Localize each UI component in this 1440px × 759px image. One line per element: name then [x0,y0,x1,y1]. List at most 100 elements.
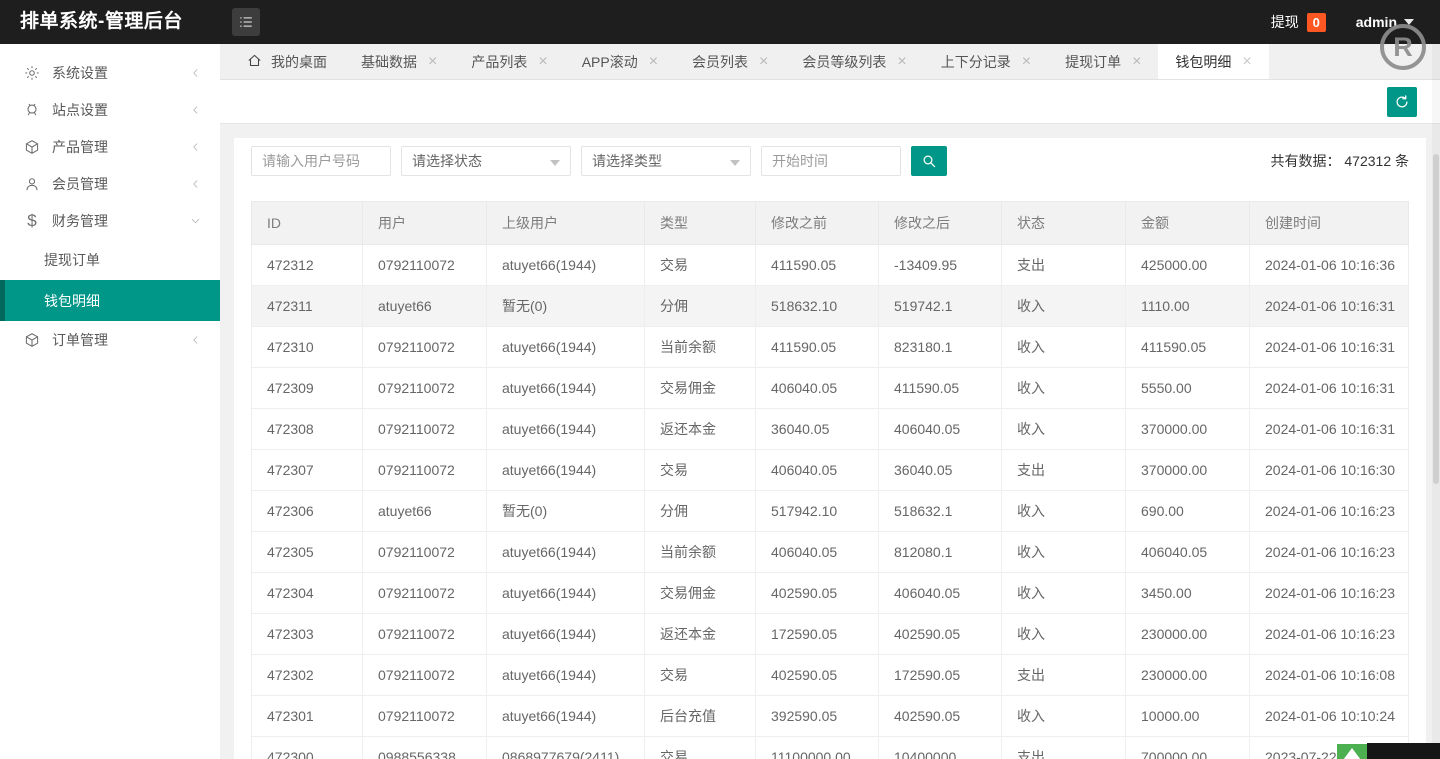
withdraw-count-badge: 0 [1306,12,1326,32]
tab-label: 钱包明细 [1175,53,1232,70]
chevron-left-icon [189,333,202,346]
table-row[interactable]: 472310 0792110072 atuyet66(1944) 当前余额 411590… [251,326,1409,368]
sidebar-item-finance-mgmt[interactable]: $ 财务管理 [0,202,220,239]
page-scrollbar[interactable] [1432,44,1440,759]
close-icon[interactable]: × [649,53,658,70]
cell-parent-user: atuyet66(1944) [486,244,645,286]
close-icon[interactable]: × [759,53,768,70]
cell-before: 517942.10 [755,490,879,532]
type-select[interactable]: 请选择类型 [581,146,751,176]
cell-type: 分佣 [644,490,756,532]
table-row[interactable]: 472311 atuyet66 暂无(0) 分佣 518632.10 519742.1 收入… [251,285,1409,327]
sidebar-item-product-mgmt[interactable]: 产品管理 [0,128,220,165]
table-row[interactable]: 472309 0792110072 atuyet66(1944) 交易佣金 406040… [251,367,1409,409]
wallet-detail-card: 请选择状态 请选择类型 共有数据： 472312 条 [234,138,1426,759]
cell-before: 11100000.00 [755,736,879,759]
table-row[interactable]: 472307 0792110072 atuyet66(1944) 交易 406040.0… [251,449,1409,491]
table-row[interactable]: 472308 0792110072 atuyet66(1944) 返还本金 36040.… [251,408,1409,450]
cell-id: 472302 [251,654,363,696]
cell-user: 0792110072 [362,654,487,696]
column-header: 创建时间 [1249,201,1409,245]
tab-withdraw-orders[interactable]: 提现订单 × [1048,44,1158,79]
tab-app-scroll[interactable]: APP滚动 × [565,44,675,79]
cell-type: 交易 [644,449,756,491]
tab-label: 产品列表 [471,53,528,70]
cell-type: 当前余额 [644,531,756,573]
screenshot-tool-overlay [1367,743,1440,759]
cell-amount: 406040.05 [1125,531,1250,573]
refresh-button[interactable] [1387,87,1417,117]
sidebar-item-label: 产品管理 [52,138,108,155]
cell-after: -13409.95 [878,244,1002,286]
start-time-input[interactable] [761,146,901,176]
cell-before: 402590.05 [755,654,879,696]
table-row[interactable]: 472304 0792110072 atuyet66(1944) 交易佣金 402590… [251,572,1409,614]
search-button[interactable] [911,146,947,176]
close-icon[interactable]: × [897,53,906,70]
cell-after: 36040.05 [878,449,1002,491]
close-icon[interactable]: × [1242,53,1251,70]
close-icon[interactable]: × [1022,53,1031,70]
tab-wallet-detail[interactable]: 钱包明细 × [1158,44,1269,79]
cell-parent-user: atuyet66(1944) [486,613,645,655]
table-body: 472312 0792110072 atuyet66(1944) 交易 411590.0… [251,244,1409,759]
table-row[interactable]: 472306 atuyet66 暂无(0) 分佣 517942.10 518632.1 收入… [251,490,1409,532]
sidebar-item-withdraw-orders[interactable]: 提现订单 [0,239,220,280]
cell-type: 交易佣金 [644,367,756,409]
tab-basic-data[interactable]: 基础数据 × [344,44,454,79]
tab-label: 会员等级列表 [802,53,887,70]
cell-type: 交易佣金 [644,572,756,614]
cell-amount: 411590.05 [1125,326,1250,368]
sidebar-item-system-settings[interactable]: 系统设置 [0,54,220,91]
cell-status: 收入 [1001,490,1126,532]
cell-user: 0792110072 [362,572,487,614]
table-row[interactable]: 472303 0792110072 atuyet66(1944) 返还本金 172590… [251,613,1409,655]
table-row[interactable]: 472305 0792110072 atuyet66(1944) 当前余额 406040… [251,531,1409,573]
sidebar-item-site-settings[interactable]: 站点设置 [0,91,220,128]
status-select[interactable]: 请选择状态 [401,146,571,176]
sidebar-item-order-mgmt[interactable]: 订单管理 [0,321,220,358]
close-icon[interactable]: × [538,53,547,70]
scrollbar-thumb[interactable] [1433,154,1439,484]
app-title: 排单系统-管理后台 [20,11,183,32]
close-icon[interactable]: × [428,53,437,70]
refresh-icon [1396,95,1408,108]
chevron-left-icon [189,66,202,79]
sidebar-item-label: 钱包明细 [44,292,100,309]
table-row[interactable]: 472300 0988556338 0868977679(2411) 交易 111000… [251,736,1409,759]
cell-type: 交易 [644,736,756,759]
cell-amount: 1110.00 [1125,285,1250,327]
cell-id: 472305 [251,531,363,573]
sidebar-item-wallet-detail[interactable]: 钱包明细 [0,280,220,321]
cell-user: atuyet66 [362,285,487,327]
cell-id: 472303 [251,613,363,655]
content-area: 请选择状态 请选择类型 共有数据： 472312 条 [220,124,1440,759]
cell-after: 823180.1 [878,326,1002,368]
table-row[interactable]: 472301 0792110072 atuyet66(1944) 后台充值 392590… [251,695,1409,737]
cell-after: 10400000 [878,736,1002,759]
cell-parent-user: 暂无(0) [486,490,645,532]
cell-status: 收入 [1001,285,1126,327]
sidebar-collapse-button[interactable] [232,8,260,36]
user-number-input[interactable] [251,146,391,176]
sidebar-item-member-mgmt[interactable]: 会员管理 [0,165,220,202]
cell-amount: 230000.00 [1125,613,1250,655]
tab-updown-records[interactable]: 上下分记录 × [924,44,1048,79]
tab-product-list[interactable]: 产品列表 × [454,44,564,79]
cell-before: 411590.05 [755,326,879,368]
table-row[interactable]: 472302 0792110072 atuyet66(1944) 交易 402590.0… [251,654,1409,696]
close-icon[interactable]: × [1132,53,1141,70]
sidebar-item-label: 系统设置 [52,64,108,81]
cell-before: 406040.05 [755,367,879,409]
withdraw-notice-link[interactable]: 提现 0 [1271,12,1326,32]
search-icon [923,155,936,168]
sidebar-item-label: 会员管理 [52,175,108,192]
cell-amount: 230000.00 [1125,654,1250,696]
tab-my-desktop[interactable]: 我的桌面 [230,44,344,79]
cell-user: 0792110072 [362,367,487,409]
column-header: 修改之后 [878,201,1002,245]
table-row[interactable]: 472312 0792110072 atuyet66(1944) 交易 411590.0… [251,244,1409,286]
cell-status: 收入 [1001,531,1126,573]
tab-member-list[interactable]: 会员列表 × [675,44,785,79]
tab-member-level-list[interactable]: 会员等级列表 × [785,44,923,79]
